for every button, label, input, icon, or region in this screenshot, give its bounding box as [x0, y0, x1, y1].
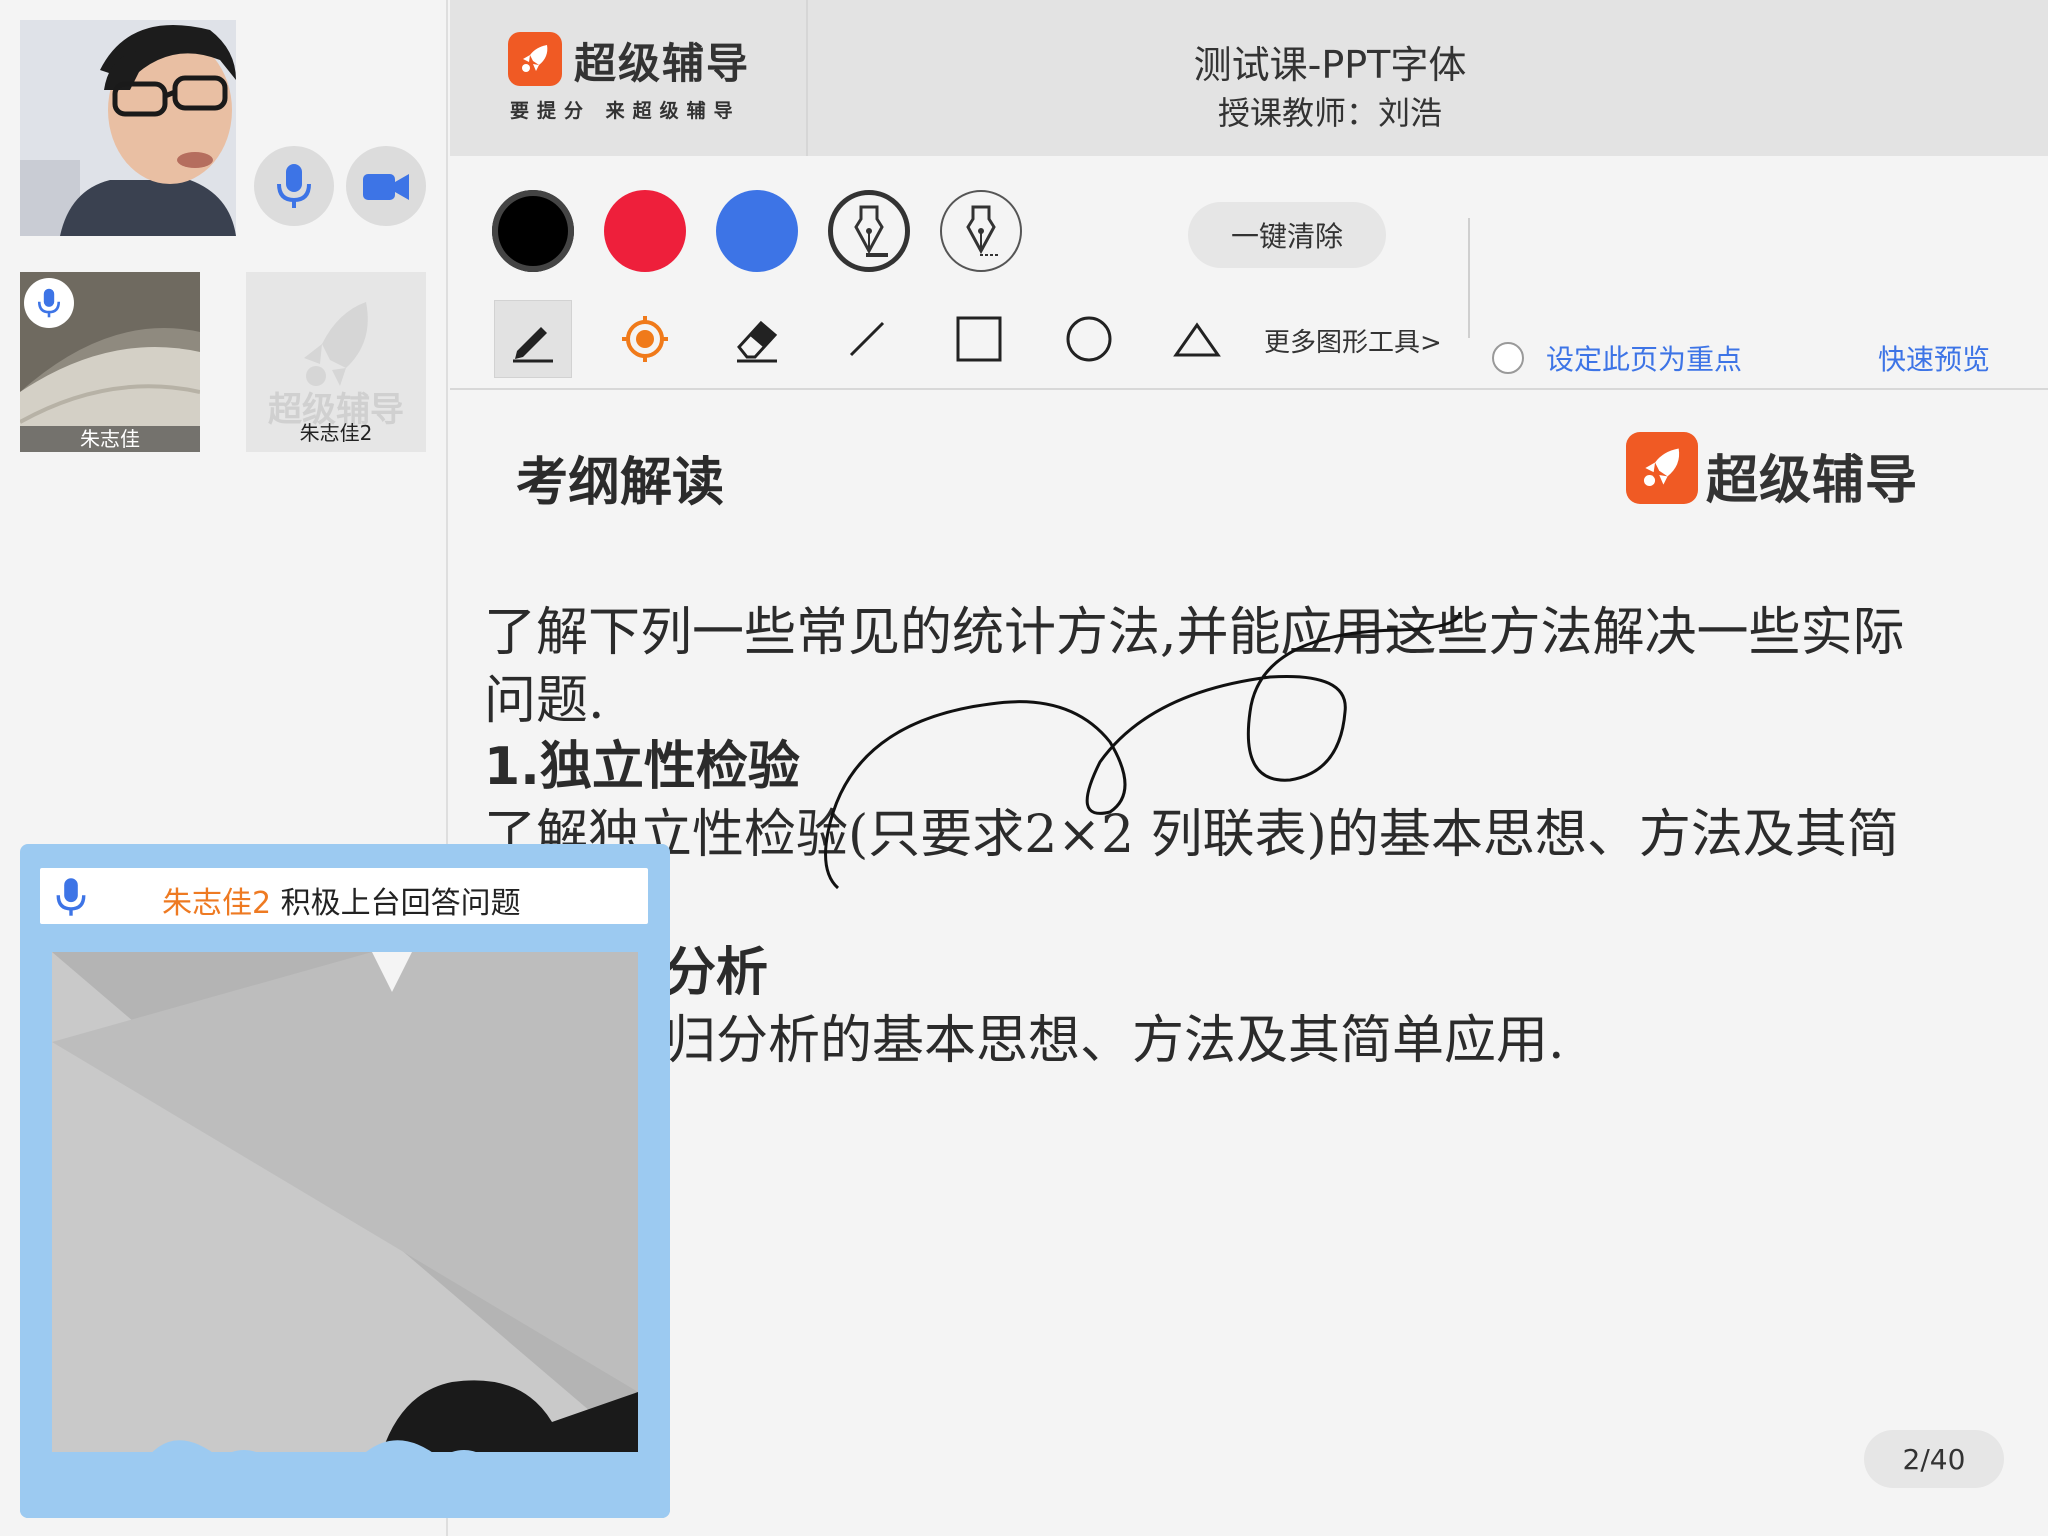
microphone-icon [277, 164, 311, 208]
brand-area: 超级辅导 要提分 来超级辅导 [450, 0, 808, 156]
microphone-icon [56, 878, 86, 916]
student-tile-1[interactable]: 朱志佳 [20, 272, 200, 452]
course-title: 测试课-PPT字体 [1193, 43, 1467, 87]
toolbar-divider [1468, 218, 1470, 338]
eraser-icon [737, 320, 778, 363]
mark-page-radio[interactable] [1492, 342, 1524, 374]
pencil-tool[interactable] [494, 300, 572, 378]
color-swatch-black[interactable] [492, 190, 574, 272]
rectangle-tool[interactable] [940, 300, 1018, 378]
clear-all-button[interactable]: 一键清除 [1188, 202, 1386, 268]
student-tile-2[interactable]: 超级辅导 朱志佳2 [246, 272, 426, 452]
pencil-icon [513, 327, 553, 363]
brand-slogan: 要提分 来超级辅导 [510, 100, 741, 122]
stage-student-name: 朱志佳2 [162, 886, 272, 921]
stage-student-video [52, 952, 638, 1452]
line-tool[interactable] [828, 300, 906, 378]
eraser-tool[interactable] [718, 300, 796, 378]
brand-name: 超级辅导 [574, 39, 751, 88]
student-name-label: 朱志佳2 [299, 421, 373, 445]
student-mic-badge [24, 278, 74, 328]
quick-preview-link[interactable]: 快速预览 [1878, 338, 1990, 378]
slide-section-title: 分析 [664, 943, 769, 1003]
fountain-pen-icon [854, 205, 888, 257]
teacher-video [20, 20, 236, 236]
camera-button[interactable] [346, 146, 426, 226]
triangle-tool[interactable] [1158, 300, 1236, 378]
pen-size-thick-button[interactable] [828, 190, 910, 272]
rectangle-icon [956, 316, 1002, 362]
cloud-decoration [20, 1440, 670, 1518]
page-counter: 2/40 [1864, 1430, 2004, 1488]
more-shape-tools-link[interactable]: 更多图形工具> [1264, 322, 1442, 359]
slide-text-line: 问题. [484, 671, 605, 731]
color-swatch-red[interactable] [604, 190, 686, 272]
whiteboard-toolbar: 一键清除 更多图形工具> 设定此页为重点 快速预览 [450, 156, 2048, 390]
pen-size-thin-button[interactable] [940, 190, 1022, 272]
mark-page-label[interactable]: 设定此页为重点 [1546, 338, 1742, 378]
laser-pointer-tool[interactable] [606, 300, 684, 378]
circle-tool[interactable] [1050, 300, 1128, 378]
stage-banner: 朱志佳2 积极上台回答问题 [40, 868, 648, 924]
triangle-icon [1173, 322, 1221, 357]
slide-section-title: 1.独立性检验 [484, 737, 800, 797]
slide-text-line: 归分析的基本思想、方法及其简单应用. [664, 1011, 1565, 1071]
on-stage-student-popup[interactable]: 朱志佳2 积极上台回答问题 [20, 844, 670, 1518]
slide-heading: 考纲解读 [516, 453, 725, 513]
laser-pointer-icon [622, 316, 668, 362]
color-swatch-blue[interactable] [716, 190, 798, 272]
circle-icon [1066, 316, 1112, 362]
slide-text-line: 了解独立性检验(只要求2×2 列联表)的基本思想、方法及其简 [484, 805, 1899, 865]
app-header: 超级辅导 要提分 来超级辅导 测试课-PPT字体 授课教师：刘浩 [450, 0, 2048, 156]
rocket-logo-icon [508, 32, 562, 86]
stage-message-text: 积极上台回答问题 [271, 886, 521, 921]
slide-logo-text: 超级辅导 [1706, 451, 1919, 511]
teacher-name: 授课教师：刘浩 [1217, 94, 1442, 132]
slide-text-line: 了解下列一些常见的统计方法,并能应用这些方法解决一些实际 [484, 603, 1905, 663]
rocket-logo-icon [1626, 432, 1698, 504]
stage-message: 朱志佳2 积极上台回答问题 [162, 878, 521, 922]
microphone-icon [37, 288, 61, 318]
student-name-label: 朱志佳 [20, 426, 200, 452]
line-icon [849, 321, 885, 357]
video-camera-icon [363, 174, 409, 200]
microphone-button[interactable] [254, 146, 334, 226]
fountain-pen-icon [966, 205, 998, 256]
slide-canvas[interactable]: 考纲解读 超级辅导 了解下列一些常见的统计方法,并能应用这些方法解决一些实际 问… [450, 392, 2048, 1536]
